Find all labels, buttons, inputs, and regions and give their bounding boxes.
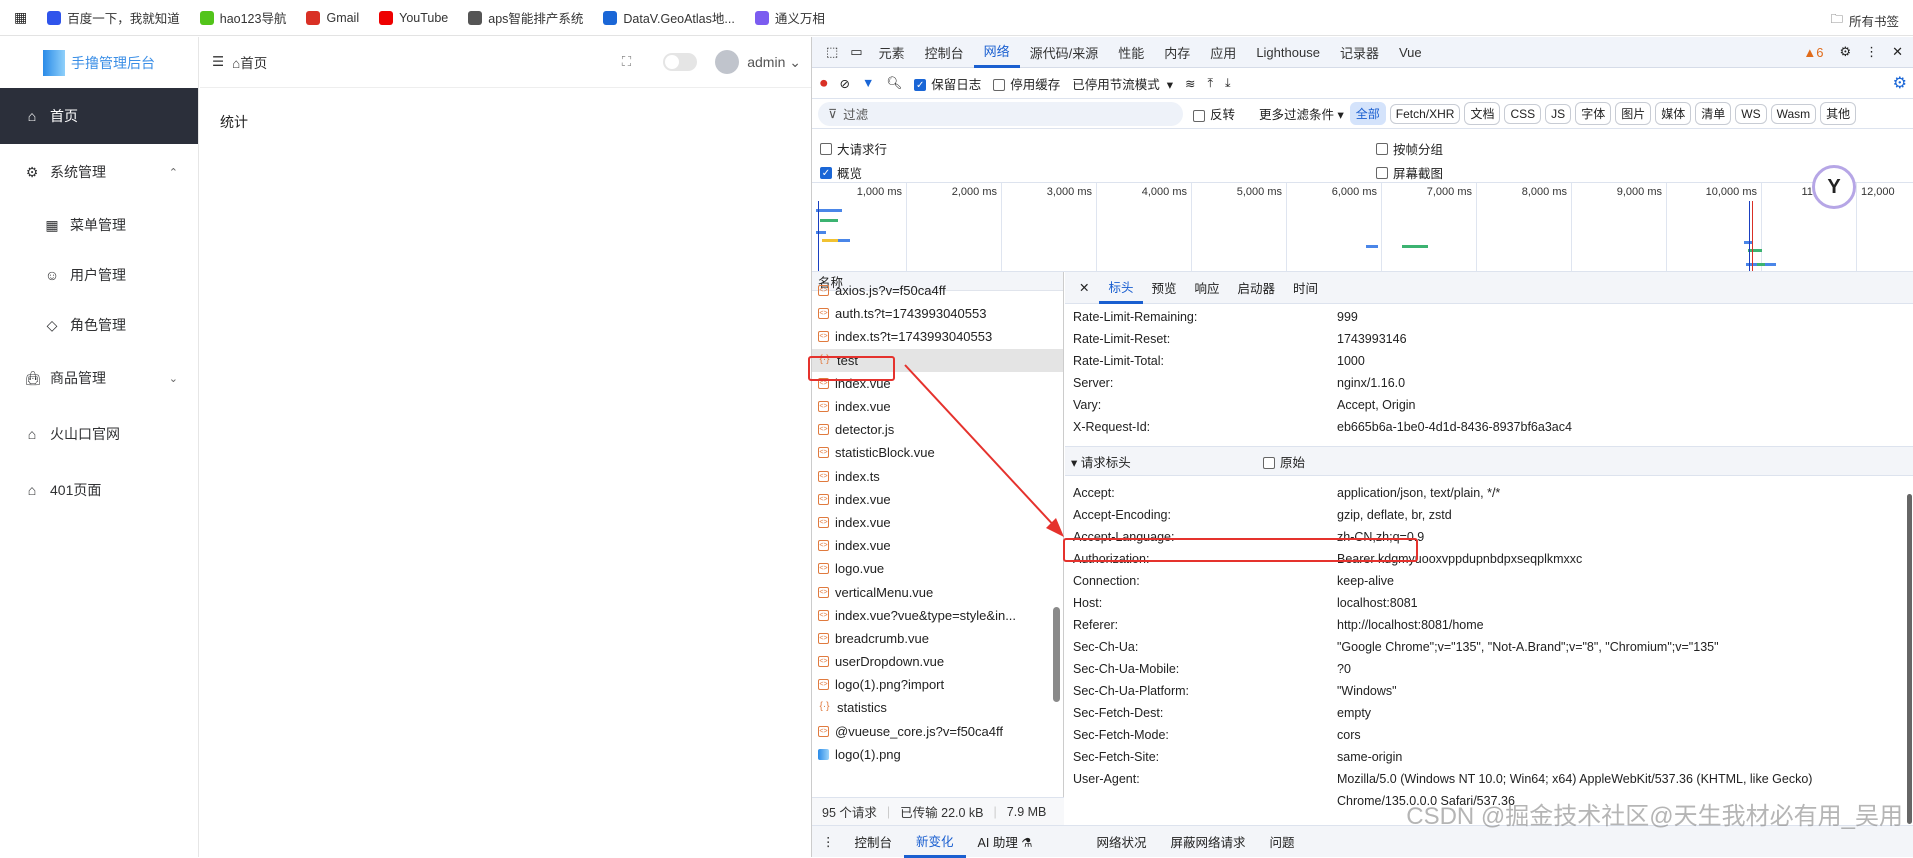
watermark: CSDN @掘金技术社区@天生我材必有用_吴用 <box>1406 796 1903 831</box>
annotation-arrow <box>0 0 1913 857</box>
